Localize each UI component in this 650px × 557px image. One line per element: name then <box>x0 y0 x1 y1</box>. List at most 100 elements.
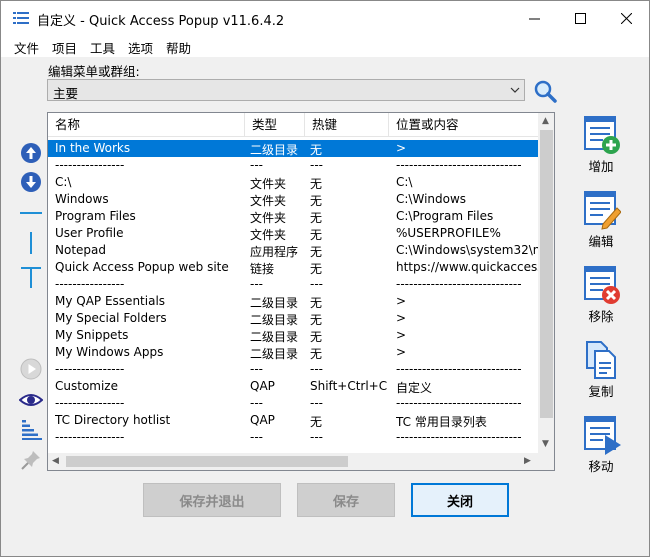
row-hotkey: --- <box>310 277 323 291</box>
move-label: 移动 <box>588 459 614 474</box>
row-location: C:\Program Files <box>396 209 494 223</box>
remove-button[interactable]: 移除 <box>575 265 627 325</box>
copy-documents-icon <box>586 341 616 379</box>
save-button[interactable]: 保存 <box>297 483 395 517</box>
app-menu-icon[interactable] <box>13 12 29 24</box>
favorites-list[interactable]: 名称 类型 热键 位置或内容 In the Works 二级目录无 > -------… <box>47 112 555 471</box>
column-header-location[interactable]: 位置或内容 <box>389 113 538 137</box>
column-header-name[interactable]: 名称 <box>48 113 245 137</box>
row-location: C:\ <box>396 175 413 189</box>
maximize-button[interactable] <box>557 1 603 35</box>
row-type: --- <box>250 396 263 410</box>
scroll-up-icon[interactable]: ▲ <box>542 116 549 126</box>
row-hotkey: --- <box>310 362 323 376</box>
scroll-right-icon[interactable]: ▶ <box>524 456 531 466</box>
row-hotkey: 无 <box>310 296 323 310</box>
row-name: Quick Access Popup web site <box>55 260 229 274</box>
row-name: TC Directory hotlist <box>55 413 171 427</box>
row-location: https://www.quickaccess <box>396 260 538 274</box>
add-column-break-button[interactable] <box>19 231 43 255</box>
run-button[interactable] <box>19 357 43 381</box>
list-row[interactable]: My Windows Apps 二级目录无 > <box>48 344 538 361</box>
pin-button[interactable] <box>19 448 43 472</box>
list-row[interactable]: ---------------- --- --- ------------------… <box>48 276 538 293</box>
move-down-button[interactable] <box>19 170 43 194</box>
list-row[interactable]: ---------------- --- --- ------------------… <box>48 395 538 412</box>
horizontal-scroll-thumb[interactable] <box>66 456 348 467</box>
row-hotkey: 无 <box>310 415 323 429</box>
save-and-exit-button[interactable]: 保存并退出 <box>143 483 281 517</box>
list-row[interactable]: Notepad 应用程序无 C:\Windows\system32\n <box>48 242 538 259</box>
close-window-button[interactable] <box>603 1 649 35</box>
preview-button[interactable] <box>19 388 43 412</box>
eye-icon <box>19 394 43 406</box>
row-name: My QAP Essentials <box>55 294 166 308</box>
move-button[interactable]: 移动 <box>575 415 627 475</box>
scroll-left-icon[interactable]: ◀ <box>52 456 59 466</box>
row-hotkey: 无 <box>310 143 323 157</box>
chevron-down-icon <box>510 87 520 93</box>
row-type: 应用程序 <box>250 245 299 259</box>
vertical-scroll-thumb[interactable] <box>540 130 553 418</box>
list-row[interactable]: In the Works 二级目录无 > <box>48 140 538 157</box>
minimize-icon <box>528 18 540 19</box>
list-row[interactable]: Program Files 文件夹 无 C:\Program Files <box>48 208 538 225</box>
list-remove-icon <box>584 266 620 304</box>
row-type: 文件夹 <box>250 211 287 225</box>
list-row[interactable]: My Snippets 二级目录无 > <box>48 327 538 344</box>
row-type: --- <box>250 430 263 444</box>
horizontal-scrollbar[interactable]: ◀ ▶ <box>48 453 538 470</box>
menu-tools[interactable]: 工具 <box>90 38 115 57</box>
menu-options[interactable]: 选项 <box>128 38 153 57</box>
arrow-up-circle-icon <box>21 143 41 163</box>
text-separator-icon <box>21 267 41 288</box>
list-row[interactable]: ---------------- --- --- ------------------… <box>48 157 538 174</box>
move-up-button[interactable] <box>19 141 43 165</box>
sort-button[interactable] <box>19 417 43 441</box>
minimize-button[interactable] <box>511 1 557 35</box>
row-location: > <box>396 328 407 342</box>
row-hotkey: 无 <box>310 347 323 361</box>
close-button[interactable]: 关闭 <box>411 483 509 517</box>
maximize-icon <box>574 12 586 24</box>
column-header-hotkey[interactable]: 热键 <box>305 113 389 137</box>
scroll-down-icon[interactable]: ▼ <box>542 439 549 449</box>
row-hotkey: 无 <box>310 228 323 242</box>
list-row[interactable]: TC Directory hotlist QAP 无 TC 常用目录列表 <box>48 412 538 429</box>
list-header: 名称 类型 热键 位置或内容 <box>48 113 538 137</box>
vertical-scrollbar[interactable]: ▲ ▼ <box>538 113 554 453</box>
copy-button[interactable]: 复制 <box>575 340 627 400</box>
search-icon[interactable] <box>533 79 557 103</box>
row-hotkey: --- <box>310 430 323 444</box>
row-location: ----------------------------- <box>396 430 522 444</box>
list-row[interactable]: User Profile 文件夹 无 %USERPROFILE% <box>48 225 538 242</box>
list-row[interactable]: Customize QAP Shift+Ctrl+C 自定义 <box>48 378 538 395</box>
row-name: ---------------- <box>55 396 125 410</box>
add-text-separator-button[interactable] <box>19 265 43 289</box>
list-row[interactable]: Windows 文件夹 无 C:\Windows <box>48 191 538 208</box>
list-row[interactable]: ---------------- --- --- ------------------… <box>48 429 538 446</box>
list-row[interactable]: ---------------- --- --- ------------------… <box>48 361 538 378</box>
edit-button[interactable]: 编辑 <box>575 190 627 250</box>
title-bar: 自定义 - Quick Access Popup v11.6.4.2 <box>1 1 649 35</box>
row-location: ----------------------------- <box>396 277 522 291</box>
scroll-corner <box>538 453 554 470</box>
row-name: My Windows Apps <box>55 345 164 359</box>
list-row[interactable]: My QAP Essentials 二级目录无 > <box>48 293 538 310</box>
list-row[interactable]: C:\ 文件夹 无 C:\ <box>48 174 538 191</box>
menu-file[interactable]: 文件 <box>14 38 39 57</box>
column-header-type[interactable]: 类型 <box>245 113 305 137</box>
row-hotkey: --- <box>310 158 323 172</box>
row-type: 二级目录 <box>250 330 299 344</box>
row-location: C:\Windows\system32\n <box>396 243 538 257</box>
menu-item-menu[interactable]: 项目 <box>52 38 77 57</box>
add-separator-button[interactable] <box>19 201 43 225</box>
window-title: 自定义 - Quick Access Popup v11.6.4.2 <box>37 14 285 29</box>
row-type: 二级目录 <box>250 347 299 361</box>
list-row[interactable]: Quick Access Popup web site 链接 无 https://ww… <box>48 259 538 276</box>
add-button[interactable]: 增加 <box>575 115 627 175</box>
list-row[interactable]: My Special Folders 二级目录无 > <box>48 310 538 327</box>
group-combo[interactable]: 主要 <box>47 79 525 101</box>
list-rows: In the Works 二级目录无 > ---------------- --- ---… <box>48 140 538 446</box>
menu-help[interactable]: 帮助 <box>166 38 191 57</box>
